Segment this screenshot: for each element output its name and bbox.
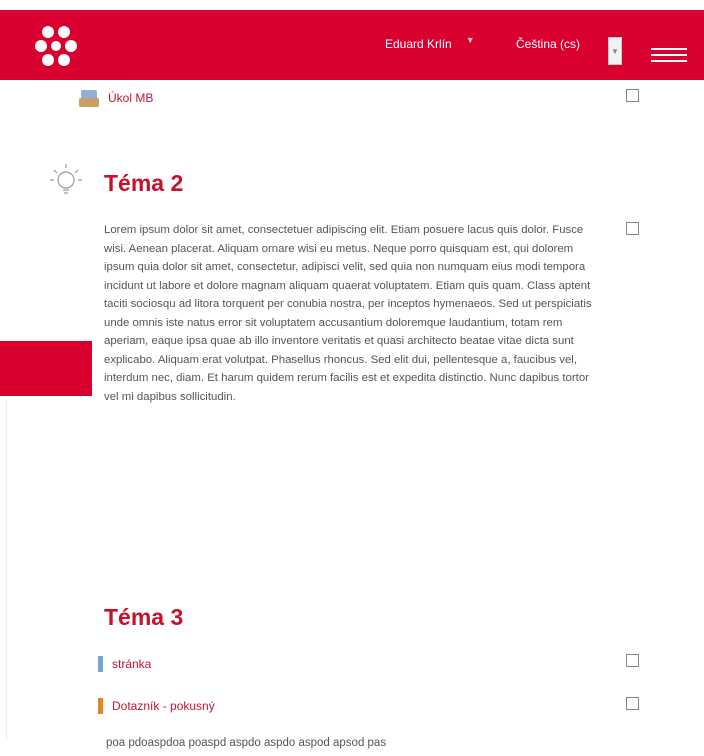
activity-label[interactable]: Dotazník - pokusný: [112, 699, 215, 713]
language-select-arrow[interactable]: ▼: [608, 37, 622, 65]
side-divider: [6, 400, 7, 740]
caret-down-icon[interactable]: ▼: [466, 35, 475, 45]
completion-checkbox[interactable]: [626, 89, 639, 102]
lightbulb-icon: [50, 164, 82, 194]
section-title-tema-2: Téma 2: [104, 170, 184, 196]
user-name[interactable]: Eduard Krlín: [385, 37, 452, 51]
completion-checkbox[interactable]: [626, 697, 639, 710]
activity-label[interactable]: Úkol MB: [108, 91, 153, 105]
site-logo-icon[interactable]: [34, 24, 78, 68]
questionnaire-icon: [98, 698, 103, 714]
user-menu[interactable]: Eduard Krlín ▼: [385, 35, 475, 51]
completion-checkbox[interactable]: [626, 654, 639, 667]
language-menu[interactable]: Čeština (cs): [516, 37, 580, 51]
side-decoration: [0, 341, 92, 396]
top-navbar: Eduard Krlín ▼ Čeština (cs) ▼: [0, 10, 704, 80]
hamburger-menu-icon[interactable]: [651, 48, 687, 66]
activity-page[interactable]: stránka: [98, 656, 151, 672]
chevron-down-icon: ▼: [611, 46, 619, 56]
assignment-icon: [79, 90, 99, 107]
activity-label[interactable]: stránka: [112, 657, 151, 671]
activity-assignment[interactable]: Úkol MB: [78, 88, 153, 108]
page-icon: [98, 656, 103, 672]
activity-questionnaire[interactable]: Dotazník - pokusný: [98, 698, 215, 714]
section-text: poa pdoaspdoa poaspd aspdo aspdo aspod a…: [106, 737, 387, 749]
section-title-tema-3: Téma 3: [104, 604, 184, 630]
completion-checkbox[interactable]: [626, 222, 639, 235]
section-summary: Lorem ipsum dolor sit amet, consectetuer…: [104, 224, 592, 403]
